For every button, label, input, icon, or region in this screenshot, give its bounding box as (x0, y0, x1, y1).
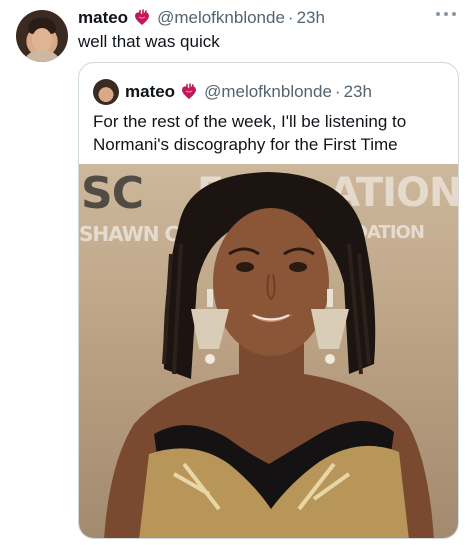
quoted-tweet-header: mateo @melofknblonde · 23h (125, 79, 372, 105)
timestamp[interactable]: 23h (297, 8, 325, 28)
quoted-author-handle: @melofknblonde (204, 82, 332, 101)
portrait-illustration (104, 172, 434, 538)
quoted-timestamp: 23h (343, 82, 372, 101)
author-name[interactable]: mateo (78, 8, 128, 28)
separator-dot: · (287, 8, 294, 27)
tweet-text: well that was quick (78, 32, 220, 51)
quoted-author-avatar (93, 79, 119, 105)
anatomical-heart-icon (180, 83, 198, 101)
more-options-icon[interactable] (436, 12, 456, 18)
anatomical-heart-icon (133, 9, 151, 27)
attached-photo[interactable]: SC F ATION SHAWN C NDATION (79, 164, 458, 538)
face (213, 208, 329, 356)
author-avatar[interactable] (16, 10, 68, 62)
separator-dot: · (334, 82, 341, 101)
quoted-tweet[interactable]: mateo @melofknblonde · 23h For the rest … (78, 62, 459, 539)
tweet-header: mateo @melofknblonde · 23h (78, 7, 325, 29)
quoted-author-name: mateo (125, 82, 176, 101)
quoted-tweet-text: For the rest of the week, I'll be listen… (93, 112, 407, 154)
tweet[interactable]: mateo @melofknblonde · 23h well that was… (0, 0, 474, 545)
author-handle[interactable]: @melofknblonde (157, 8, 285, 28)
